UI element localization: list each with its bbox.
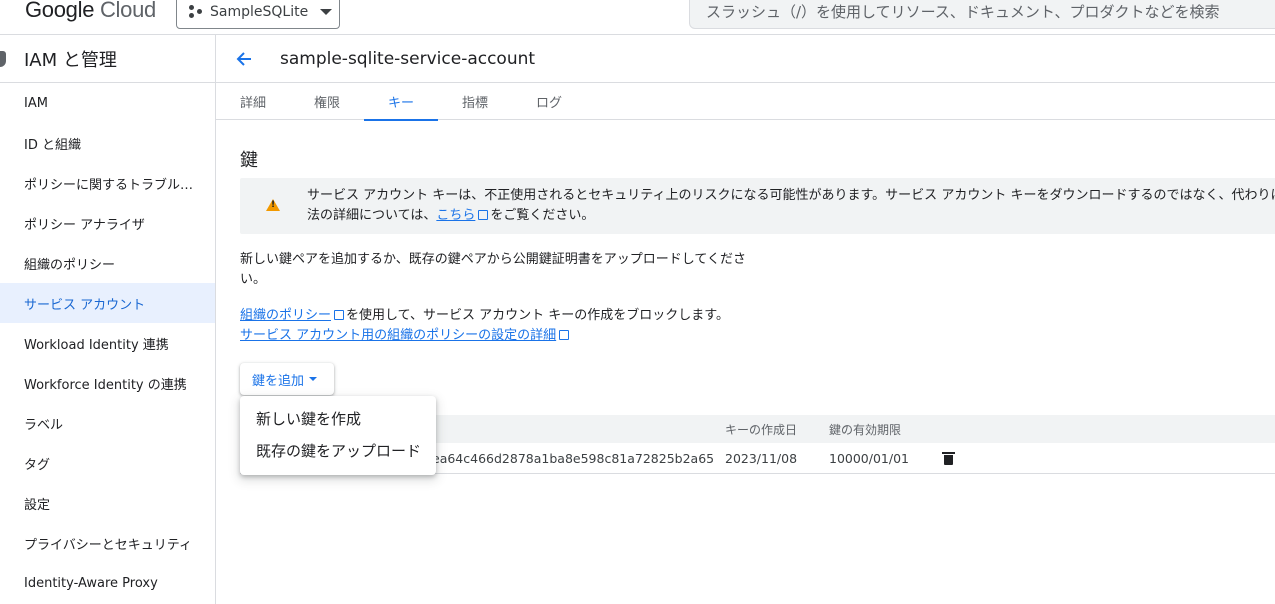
tab-0[interactable]: 詳細 — [216, 83, 290, 120]
project-name: SampleSQLite — [210, 3, 309, 20]
warning-icon — [266, 199, 280, 211]
project-selector[interactable]: SampleSQLite — [176, 0, 340, 29]
warning-banner: サービス アカウント キーは、不正使用されるとセキュリティ上のリスクになる可能性… — [240, 178, 1275, 234]
project-icon — [189, 4, 203, 19]
warning-line-2-suffix: をご覧ください。 — [490, 208, 595, 223]
org-policy-link[interactable]: 組織のポリシー — [240, 308, 331, 323]
key-description-line-1: 新しい鍵ペアを追加するか、既存の鍵ペアから公開鍵証明書をアップロードしてくださ — [240, 252, 746, 267]
policy-info: 組織のポリシー を使用して、サービス アカウント キーの作成をブロックします。 サ… — [240, 306, 729, 346]
expiry-date-cell: 10000/01/01 — [829, 450, 909, 466]
tab-bar: 詳細 権限 キー 指標 ログ — [216, 83, 1275, 121]
menu-item-upload-existing-key[interactable]: 既存の鍵をアップロード — [240, 434, 436, 466]
warning-line-1: サービス アカウント キーは、不正使用されるとセキュリティ上のリスクになる可能性… — [307, 188, 1275, 203]
sidebar-item[interactable]: ポリシー アナライザ — [0, 203, 215, 243]
sidebar-item[interactable]: プライバシーとセキュリティ — [0, 523, 215, 563]
sidebar-item[interactable]: ID と組織 — [0, 123, 215, 163]
page-title: sample-sqlite-service-account — [280, 48, 536, 69]
add-key-button[interactable]: 鍵を追加 — [240, 363, 334, 395]
external-link-icon — [334, 310, 345, 320]
policy-line: 組織のポリシー を使用して、サービス アカウント キーの作成をブロックします。 — [240, 306, 729, 326]
chevron-down-icon — [309, 377, 318, 381]
key-description: 新しい鍵ペアを追加するか、既存の鍵ペアから公開鍵証明書をアップロードしてくださ … — [240, 250, 746, 290]
back-arrow-icon[interactable] — [234, 49, 254, 69]
sidebar-item[interactable]: Workload Identity 連携 — [0, 323, 215, 363]
warning-line-2-prefix: 法の詳細については、 — [307, 208, 437, 223]
policy-detail-line: サービス アカウント用の組織のポリシーの設定の詳細 — [240, 326, 729, 346]
warning-text: サービス アカウント キーは、不正使用されるとセキュリティ上のリスクになる可能性… — [307, 186, 1275, 226]
sidebar-item[interactable]: ポリシーに関するトラブル… — [0, 163, 215, 203]
search-input[interactable]: スラッシュ（/）を使用してリソース、ドキュメント、プロダクトなどを検索 — [689, 0, 1275, 29]
sidebar-item[interactable]: ラベル — [0, 403, 215, 443]
tab-1[interactable]: 権限 — [290, 83, 364, 120]
sidebar: IAM と管理 IAM ID と組織 ポリシーに関するトラブル… ポリシー アナライザ… — [0, 35, 216, 604]
section-heading: 鍵 — [240, 150, 258, 171]
sidebar-item[interactable]: Workforce Identity の連携 — [0, 363, 215, 403]
sidebar-header: IAM と管理 — [0, 35, 215, 83]
sidebar-item[interactable]: タグ — [0, 443, 215, 483]
tab-3[interactable]: 指標 — [438, 83, 512, 120]
external-link-icon — [478, 210, 489, 220]
sidebar-nav: IAM ID と組織 ポリシーに関するトラブル… ポリシー アナライザ 組織のポリシーサ… — [0, 83, 215, 603]
warning-learn-more-link[interactable]: こちら — [436, 208, 475, 223]
warning-line-2: 法の詳細については、こちら をご覧ください。 — [307, 206, 1275, 226]
tab-4[interactable]: ログ — [512, 83, 586, 120]
shield-icon — [0, 50, 6, 67]
key-id-cell: ea64c466d2878a1ba8e598c81a72825b2a65 — [432, 450, 715, 466]
chevron-down-icon — [320, 8, 333, 15]
sidebar-item[interactable]: 組織のポリシー — [0, 243, 215, 283]
column-header-created[interactable]: キーの作成日 — [725, 415, 797, 443]
sidebar-title: IAM と管理 — [24, 49, 117, 71]
sidebar-item[interactable]: IAM — [0, 83, 215, 123]
search-placeholder: スラッシュ（/）を使用してリソース、ドキュメント、プロダクトなどを検索 — [706, 3, 1220, 21]
main-content: sample-sqlite-service-account 詳細 権限 キー 指標 ログ… — [216, 35, 1275, 604]
add-key-label: 鍵を追加 — [252, 373, 305, 389]
page-header: sample-sqlite-service-account — [216, 35, 1275, 83]
menu-item-create-new-key[interactable]: 新しい鍵を作成 — [240, 402, 436, 434]
column-header-expires[interactable]: 鍵の有効期限 — [829, 415, 901, 443]
trash-icon — [942, 451, 955, 465]
tab-2[interactable]: キー — [364, 83, 438, 121]
policy-text: を使用して、サービス アカウント キーの作成をブロックします。 — [346, 308, 729, 323]
sidebar-item[interactable]: サービス アカウント — [0, 283, 215, 323]
delete-key-button[interactable] — [942, 443, 955, 473]
external-link-icon — [559, 330, 570, 340]
sidebar-item[interactable]: Identity-Aware Proxy — [0, 563, 215, 603]
sidebar-item[interactable]: 設定 — [0, 483, 215, 523]
key-description-line-2: い。 — [240, 272, 267, 287]
created-date-cell: 2023/11/08 — [725, 450, 798, 466]
logo-cloud-text: Cloud — [99, 0, 156, 22]
top-bar: Google Cloud SampleSQLite スラッシュ（/）を使用してリ… — [0, 0, 1275, 35]
logo-google-text: Google — [25, 0, 95, 22]
google-cloud-logo[interactable]: Google Cloud — [25, 0, 156, 23]
add-key-menu: 新しい鍵を作成 既存の鍵をアップロード — [240, 396, 436, 475]
policy-details-link[interactable]: サービス アカウント用の組織のポリシーの設定の詳細 — [240, 328, 556, 343]
